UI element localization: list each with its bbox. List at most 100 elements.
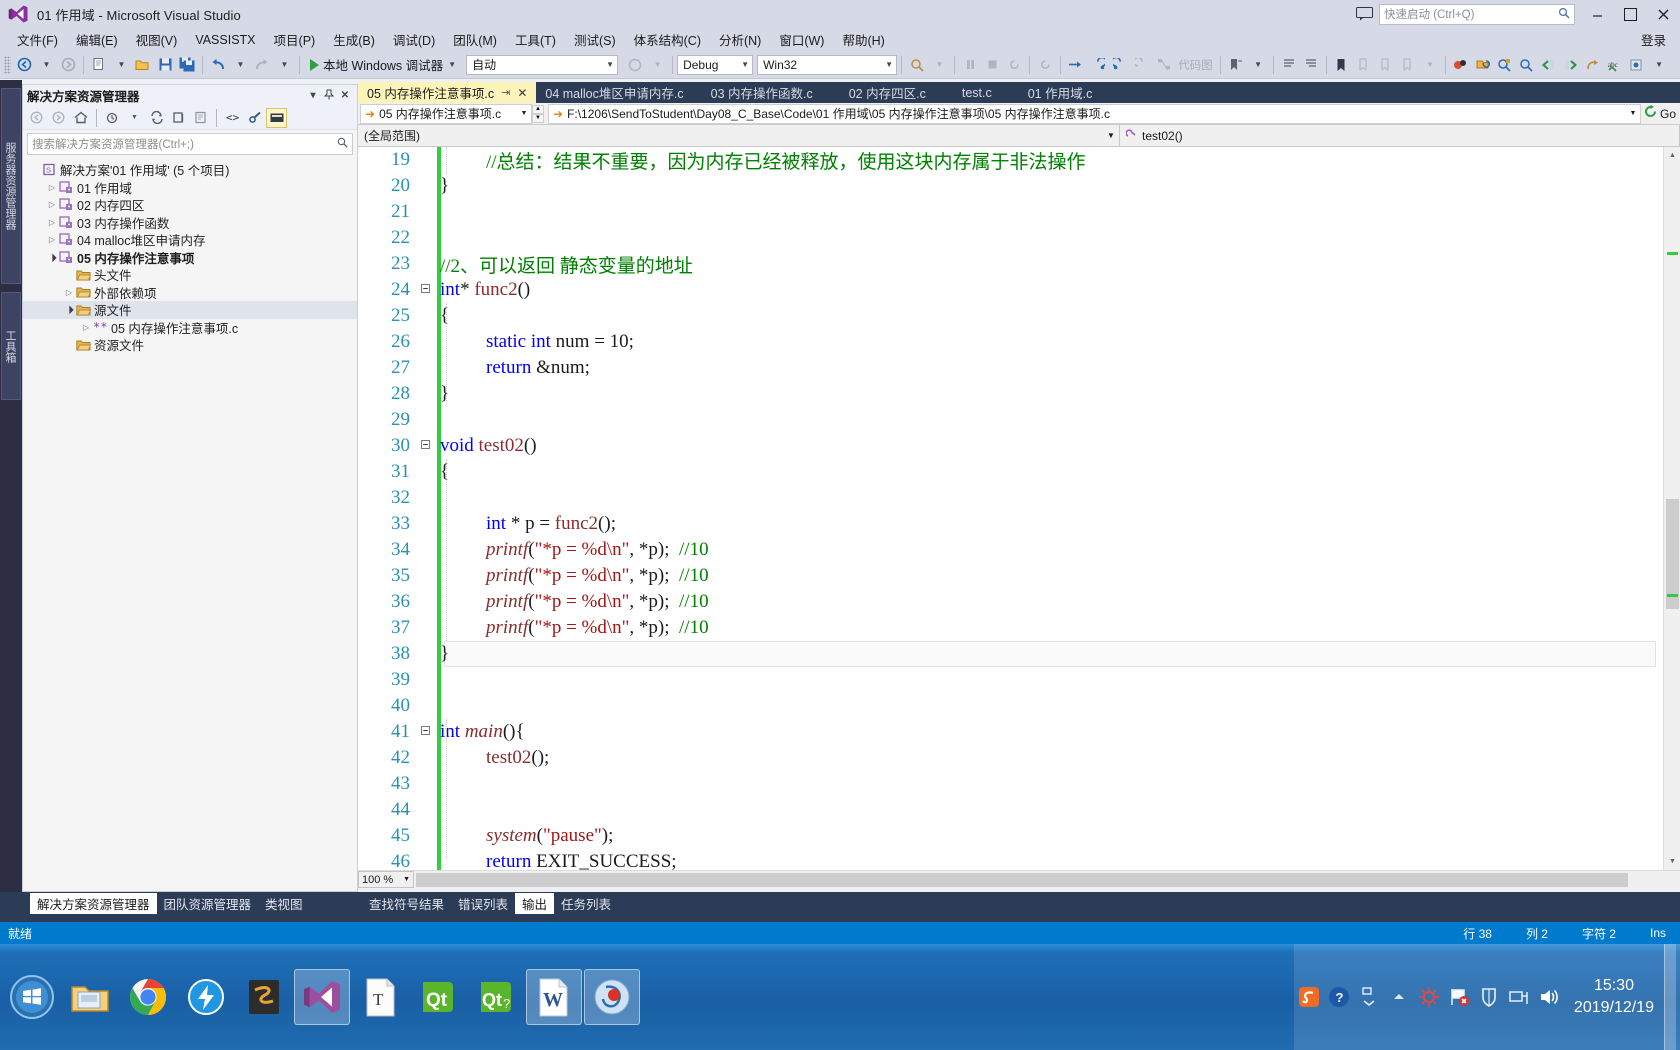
vassist-find-references-button[interactable] bbox=[1516, 54, 1538, 76]
chevron-down-icon[interactable]: ▾ bbox=[305, 90, 321, 101]
menu-debug[interactable]: 调试(D) bbox=[384, 28, 444, 51]
attach-button[interactable] bbox=[624, 54, 646, 76]
editor-vertical-scrollbar[interactable]: ▲ ▼ bbox=[1663, 147, 1680, 870]
minimize-button[interactable] bbox=[1581, 0, 1614, 28]
config-combo[interactable]: 自动 ▼ bbox=[466, 54, 619, 75]
scroll-down-icon[interactable]: ▼ bbox=[1664, 853, 1680, 870]
undo-dropdown[interactable]: ▼ bbox=[229, 54, 251, 76]
code-line[interactable]: 40 bbox=[358, 693, 1680, 719]
code-line[interactable]: 41 int main(){ bbox=[358, 719, 1680, 745]
vassist-paste-history-button[interactable] bbox=[1582, 54, 1604, 76]
expand-arrow-right-icon[interactable]: ▷ bbox=[46, 200, 58, 209]
new-project-dropdown[interactable]: ▼ bbox=[110, 54, 132, 76]
quick-launch-input[interactable]: 快速启动 (Ctrl+Q) bbox=[1379, 3, 1575, 25]
find-in-files-button[interactable] bbox=[906, 54, 928, 76]
navigate-backward-dropdown[interactable]: ▼ bbox=[35, 54, 57, 76]
break-all-button[interactable] bbox=[959, 54, 981, 76]
code-line[interactable]: 34 printf("*p = %d\n", *p); //10 bbox=[358, 537, 1680, 563]
code-line[interactable]: 36 printf("*p = %d\n", *p); //10 bbox=[358, 589, 1680, 615]
start-debugging-button[interactable]: 本地 Windows 调试器 ▼ bbox=[304, 55, 462, 74]
sync-icon[interactable] bbox=[146, 108, 167, 128]
tree-node[interactable]: ▷ 02 内存四区 bbox=[23, 196, 357, 214]
scope-combo-left[interactable]: (全局范围) ▼ bbox=[358, 125, 1120, 146]
properties-window-icon[interactable] bbox=[190, 108, 211, 128]
clear-bookmarks-button[interactable] bbox=[1397, 54, 1419, 76]
chrome-icon[interactable] bbox=[120, 969, 176, 1025]
code-line[interactable]: 44 bbox=[358, 797, 1680, 823]
expand-arrow-right-icon[interactable]: ▷ bbox=[46, 183, 58, 192]
menu-window[interactable]: 窗口(W) bbox=[770, 28, 833, 51]
menu-team[interactable]: 团队(M) bbox=[444, 28, 506, 51]
save-button[interactable] bbox=[154, 54, 176, 76]
navigate-forward-button[interactable] bbox=[57, 54, 79, 76]
tab-01-scope[interactable]: 01 作用域.c bbox=[1010, 82, 1111, 103]
sublime-text-icon[interactable] bbox=[236, 969, 292, 1025]
toggle-bookmark-dropdown[interactable]: ▼ bbox=[1247, 54, 1269, 76]
show-desktop-button[interactable] bbox=[1664, 944, 1676, 1050]
file-combo[interactable]: ➜ 05 内存操作注意事项.c ▼ bbox=[360, 103, 532, 124]
menu-vassistx[interactable]: VASSISTX bbox=[186, 31, 264, 49]
toolbox-tab[interactable]: 工具箱 bbox=[1, 292, 21, 400]
bookmark-flag-icon-button[interactable] bbox=[1331, 54, 1353, 76]
preview-selected-items-icon[interactable] bbox=[266, 107, 287, 128]
step-back-button[interactable] bbox=[1131, 54, 1153, 76]
vassist-find-symbol-button[interactable] bbox=[1494, 54, 1516, 76]
code-line[interactable]: 21 bbox=[358, 199, 1680, 225]
menu-file[interactable]: 文件(F) bbox=[8, 28, 67, 51]
chevron-down-icon[interactable]: ▼ bbox=[448, 60, 456, 69]
bottom-tab-error-list[interactable]: 错误列表 bbox=[451, 893, 515, 914]
solution-config-combo[interactable]: Debug ▼ bbox=[677, 54, 754, 75]
server-explorer-tab[interactable]: 服务器资源管理器 bbox=[1, 88, 21, 284]
restart-button[interactable] bbox=[1003, 54, 1025, 76]
fold-collapse-icon[interactable] bbox=[416, 284, 434, 296]
code-line[interactable]: 26 static int num = 10; bbox=[358, 329, 1680, 355]
vassist-goto-next-button[interactable] bbox=[1560, 54, 1582, 76]
go-button[interactable]: Go bbox=[1643, 104, 1680, 124]
start-orb[interactable] bbox=[4, 969, 60, 1025]
codemap-icon-button[interactable] bbox=[1153, 54, 1175, 76]
typora-icon[interactable]: T bbox=[352, 969, 408, 1025]
attach-dropdown[interactable]: ▼ bbox=[646, 54, 668, 76]
code-line[interactable]: 46 return EXIT_SUCCESS; bbox=[358, 849, 1680, 870]
fold-collapse-icon[interactable] bbox=[416, 440, 434, 452]
hscroll-thumb[interactable] bbox=[416, 872, 1628, 887]
tab-test-c[interactable]: test.c bbox=[944, 82, 1010, 103]
maximize-button[interactable] bbox=[1614, 0, 1647, 28]
nav-spinner[interactable]: ▲ ▼ bbox=[532, 104, 544, 123]
tree-node[interactable]: 头文件 bbox=[23, 266, 357, 284]
pin-icon[interactable] bbox=[321, 89, 337, 103]
tree-node[interactable]: 资源文件 bbox=[23, 336, 357, 354]
code-line[interactable]: 32 bbox=[358, 485, 1680, 511]
help-icon[interactable]: ? bbox=[1324, 978, 1354, 1016]
code-line[interactable]: 30 void test02() bbox=[358, 433, 1680, 459]
redo-button[interactable] bbox=[251, 54, 273, 76]
menu-test[interactable]: 测试(S) bbox=[565, 28, 625, 51]
visual-studio-icon[interactable] bbox=[294, 969, 350, 1025]
show-hidden-icons-icon[interactable] bbox=[1354, 978, 1384, 1016]
code-line[interactable]: 20} bbox=[358, 173, 1680, 199]
vassist-open-file-button[interactable] bbox=[1450, 54, 1472, 76]
qt-creator-icon[interactable]: Qt bbox=[410, 969, 466, 1025]
fold-collapse-icon[interactable] bbox=[416, 726, 434, 738]
tree-root[interactable]: S 解决方案'01 作用域' (5 个项目) bbox=[23, 161, 357, 179]
file-explorer-icon[interactable] bbox=[62, 969, 118, 1025]
code-line[interactable]: 45 system("pause"); bbox=[358, 823, 1680, 849]
tree-node[interactable]: ◢ 源文件 bbox=[23, 301, 357, 319]
save-all-button[interactable] bbox=[176, 54, 198, 76]
code-line[interactable]: 31 { bbox=[358, 459, 1680, 485]
back-icon[interactable] bbox=[26, 108, 47, 128]
expand-arrow-right-icon[interactable]: ▷ bbox=[46, 235, 58, 244]
network-icon[interactable] bbox=[1504, 978, 1534, 1016]
platform-combo[interactable]: Win32 ▼ bbox=[757, 54, 898, 75]
chevron-up-icon[interactable] bbox=[1384, 978, 1414, 1016]
pending-changes-icon[interactable] bbox=[102, 108, 123, 128]
previous-bookmark-button[interactable] bbox=[1353, 54, 1375, 76]
shield-icon[interactable] bbox=[1474, 978, 1504, 1016]
chevron-down-icon[interactable]: ▼ bbox=[124, 108, 145, 128]
tree-node[interactable]: ▷ 01 作用域 bbox=[23, 179, 357, 197]
step-out-button[interactable] bbox=[1109, 54, 1131, 76]
code-line[interactable]: 43 bbox=[358, 771, 1680, 797]
forward-icon[interactable] bbox=[48, 108, 69, 128]
codemap-button[interactable]: 代码图 bbox=[1175, 54, 1216, 76]
tab-02-memareas[interactable]: 02 内存四区.c bbox=[831, 82, 944, 103]
